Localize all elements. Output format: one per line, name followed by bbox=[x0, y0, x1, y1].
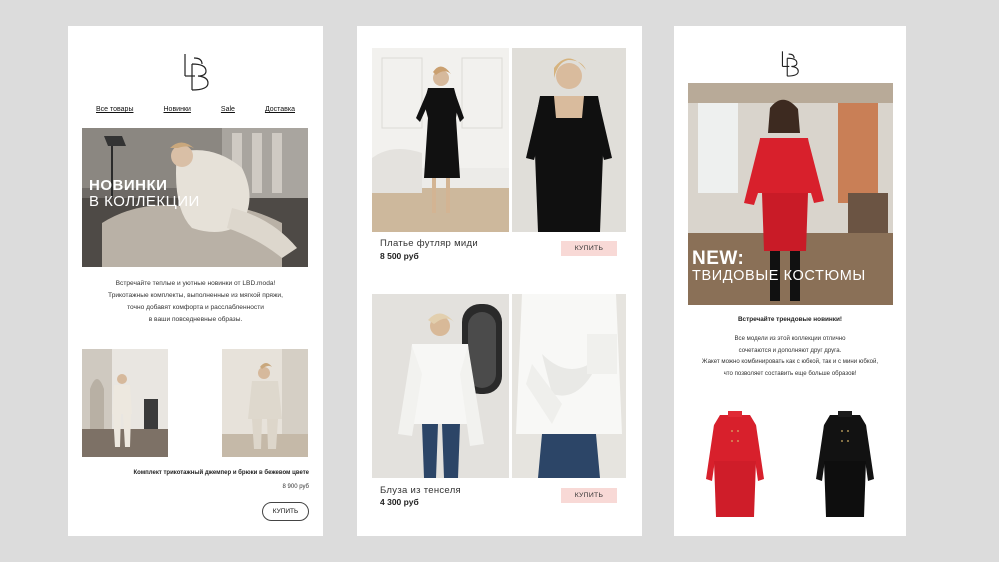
body-text: Все модели из этой коллекции отлично соч… bbox=[674, 333, 906, 379]
red-suit-graphic bbox=[704, 409, 766, 521]
section-headline: Встречайте трендовые новинки! bbox=[737, 316, 843, 323]
item-name[interactable]: Платье футляр миди bbox=[380, 238, 478, 249]
buy-button[interactable]: КУПИТЬ bbox=[561, 241, 617, 256]
product-price: 8 900 руб bbox=[282, 484, 309, 490]
product-image-blouse-full[interactable] bbox=[372, 294, 509, 478]
hero-line-1: NEW: bbox=[692, 248, 745, 269]
hero-headline: NEW: ТВИДОВЫЕ КОСТЮМЫ bbox=[692, 249, 866, 284]
intro-line: в ваши повседневные образы. bbox=[148, 316, 243, 323]
product-image-black-suit[interactable] bbox=[814, 409, 876, 521]
item-price: 8 500 руб bbox=[380, 251, 419, 261]
hero-image-tweed[interactable]: NEW: ТВИДОВЫЕ КОСТЮМЫ bbox=[688, 83, 893, 305]
hero-line-1: НОВИНКИ bbox=[89, 177, 168, 194]
lbd-logo-icon bbox=[183, 54, 209, 91]
top-navigation: Все товары Новинки Sale Доставка bbox=[68, 106, 323, 113]
product-photo-graphic bbox=[82, 349, 168, 457]
product-image-red-suit[interactable] bbox=[704, 409, 766, 521]
intro-text: Встречайте теплые и уютные новинки от LB… bbox=[68, 278, 323, 326]
nav-all-products[interactable]: Все товары bbox=[96, 106, 134, 113]
email-card-tweed-suits: NEW: ТВИДОВЫЕ КОСТЮМЫ Встречайте трендов… bbox=[674, 26, 906, 536]
body-line: Все модели из этой коллекции отлично bbox=[734, 335, 846, 342]
buy-button[interactable]: КУПИТЬ bbox=[561, 488, 617, 503]
hero-image-knit[interactable]: НОВИНКИ В КОЛЛЕКЦИИ bbox=[82, 128, 308, 267]
product-name[interactable]: Комплект трикотажный джемпер и брюки в б… bbox=[134, 470, 310, 476]
product-image-dress-closeup[interactable] bbox=[512, 48, 626, 232]
lbd-logo-icon bbox=[781, 51, 799, 77]
nav-new-arrivals[interactable]: Новинки bbox=[164, 106, 191, 113]
body-line: сочетаются и дополняют друг друга. bbox=[738, 346, 842, 354]
product-image-set-front[interactable] bbox=[82, 349, 168, 457]
brand-logo[interactable] bbox=[180, 50, 212, 92]
product-photo-graphic bbox=[512, 294, 626, 478]
nav-sale[interactable]: Sale bbox=[221, 106, 235, 113]
intro-line: точно добавят комфорта и расслабленности bbox=[127, 304, 264, 311]
product-image-set-side[interactable] bbox=[222, 349, 308, 457]
product-photo-graphic bbox=[372, 48, 509, 232]
product-photo-graphic bbox=[222, 349, 308, 457]
hero-headline: НОВИНКИ В КОЛЛЕКЦИИ bbox=[89, 178, 200, 210]
intro-line: Трикотажные комплекты, выполненные из мя… bbox=[108, 292, 283, 299]
item-name[interactable]: Блуза из тенселя bbox=[380, 485, 461, 496]
buy-button[interactable]: КУПИТЬ bbox=[262, 502, 309, 521]
hero-line-2: ТВИДОВЫЕ КОСТЮМЫ bbox=[692, 267, 866, 284]
product-photo-graphic bbox=[512, 48, 626, 232]
product-image-dress-full[interactable] bbox=[372, 48, 509, 232]
body-line: Жакет можно комбинировать как с юбкой, т… bbox=[701, 358, 879, 365]
nav-delivery[interactable]: Доставка bbox=[265, 106, 295, 113]
hero-line-2: В КОЛЛЕКЦИИ bbox=[89, 192, 200, 210]
item-price: 4 300 руб bbox=[380, 497, 419, 507]
brand-logo[interactable] bbox=[779, 48, 801, 78]
email-card-knit-collection: Все товары Новинки Sale Доставка НОВИНКИ… bbox=[68, 26, 323, 536]
product-photo-graphic bbox=[372, 294, 509, 478]
black-suit-graphic bbox=[814, 409, 876, 521]
body-line: что позволяет составить еще больше образ… bbox=[723, 369, 857, 377]
intro-line: Встречайте теплые и уютные новинки от LB… bbox=[115, 280, 276, 287]
product-image-blouse-closeup[interactable] bbox=[512, 294, 626, 478]
email-card-products: Платье футляр миди 8 500 руб КУПИТЬ Блуз… bbox=[357, 26, 642, 536]
